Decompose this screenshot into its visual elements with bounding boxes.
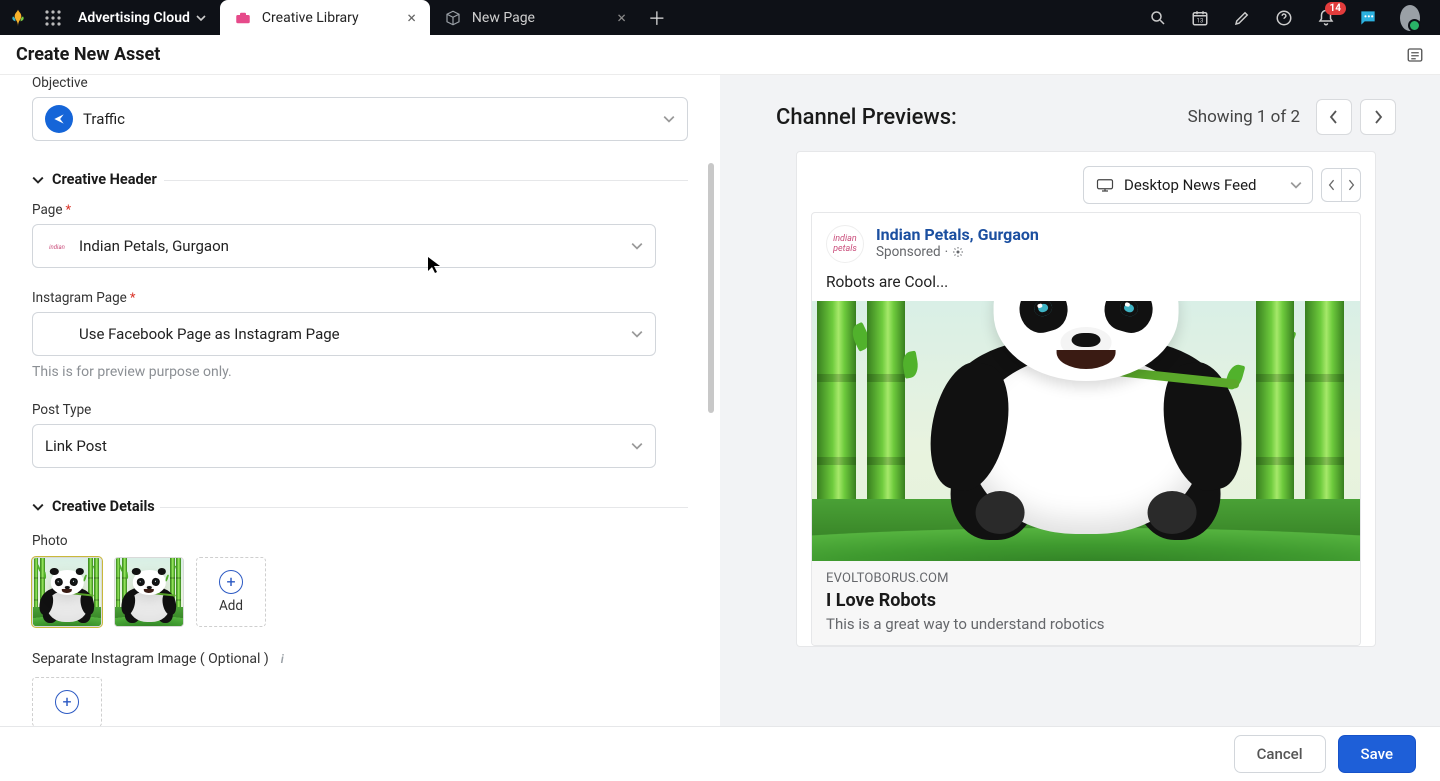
post-link-caption: EVOLTOBORUS.COM I Love Robots This is a … [812, 561, 1360, 645]
post-page-name: Indian Petals, Gurgaon [876, 225, 1039, 244]
cube-icon [444, 9, 462, 27]
page-field-label: Page* [32, 202, 688, 218]
traffic-icon [45, 105, 73, 133]
next-device-button[interactable] [1341, 168, 1361, 202]
apps-grid-icon[interactable] [35, 0, 70, 35]
tab-label: Creative Library [262, 10, 359, 26]
section-creative-details[interactable]: Creative Details [32, 498, 688, 515]
preview-panel: Channel Previews: Showing 1 of 2 Desktop… [720, 75, 1440, 726]
chevron-down-icon [631, 240, 643, 252]
device-value: Desktop News Feed [1124, 176, 1257, 194]
desktop-icon [1096, 178, 1114, 192]
instagram-page-value: Use Facebook Page as Instagram Page [79, 325, 340, 343]
page-header: Create New Asset [0, 35, 1440, 75]
device-select[interactable]: Desktop News Feed [1083, 166, 1313, 204]
preview-card: Desktop News Feed indianpetals Indian Pe… [796, 151, 1376, 647]
close-icon[interactable]: × [407, 8, 416, 27]
page-title: Create New Asset [16, 44, 160, 65]
edit-icon[interactable] [1232, 8, 1252, 28]
post-body-text: Robots are Cool... [812, 271, 1360, 301]
chevron-down-icon [196, 13, 206, 23]
preview-header: Channel Previews: Showing 1 of 2 [776, 99, 1396, 135]
top-actions: 13 14 [1128, 8, 1440, 28]
plus-icon: + [55, 690, 79, 714]
add-instagram-image-button[interactable]: + [32, 677, 102, 726]
page-value: Indian Petals, Gurgaon [79, 237, 229, 255]
post-description: This is a great way to understand roboti… [826, 615, 1346, 633]
tab-new-page[interactable]: New Page × [430, 0, 640, 35]
calendar-icon[interactable]: 13 [1190, 8, 1210, 28]
top-bar: Advertising Cloud Creative Library × New… [0, 0, 1440, 35]
post-type-select[interactable]: Link Post [32, 424, 656, 468]
plus-icon: + [219, 570, 243, 594]
new-tab-button[interactable]: ＋ [640, 0, 674, 35]
chevron-down-icon [32, 174, 44, 186]
post-type-value: Link Post [45, 437, 107, 455]
add-photo-button[interactable]: + Add [196, 557, 266, 627]
prev-channel-button[interactable] [1316, 99, 1352, 135]
page-logo-icon: indian [45, 239, 69, 253]
svg-text:indian: indian [49, 244, 65, 251]
next-channel-button[interactable] [1360, 99, 1396, 135]
preview-counter: Showing 1 of 2 [1188, 107, 1300, 127]
workspace-selector[interactable]: Advertising Cloud [70, 10, 220, 26]
photo-thumbnails: + Add [32, 557, 688, 627]
svg-text:13: 13 [1197, 17, 1204, 24]
prev-device-button[interactable] [1321, 168, 1341, 202]
post-sponsored-label: Sponsored · [876, 244, 1039, 260]
photo-thumb-2[interactable] [114, 557, 184, 627]
preview-inner-nav [1321, 168, 1361, 202]
page-avatar: indianpetals [826, 225, 864, 263]
photo-label: Photo [32, 533, 688, 549]
photo-thumb-1[interactable] [32, 557, 102, 627]
post-headline: I Love Robots [826, 590, 1346, 611]
instagram-page-label: Instagram Page* [32, 290, 688, 306]
post-image [812, 301, 1360, 561]
panel-toggle-icon[interactable] [1406, 46, 1424, 64]
chevron-down-icon [1290, 179, 1302, 191]
workspace-name: Advertising Cloud [78, 10, 190, 26]
search-icon[interactable] [1148, 8, 1168, 28]
user-avatar[interactable] [1400, 8, 1420, 28]
scrollbar[interactable] [708, 163, 714, 413]
chat-icon[interactable] [1358, 8, 1378, 28]
add-label: Add [219, 598, 243, 614]
briefcase-icon [234, 9, 252, 27]
gear-icon [952, 246, 964, 258]
fb-post-preview: indianpetals Indian Petals, Gurgaon Spon… [811, 212, 1361, 646]
info-icon[interactable]: i [275, 652, 290, 667]
objective-value: Traffic [83, 110, 125, 128]
post-domain: EVOLTOBORUS.COM [826, 571, 1346, 586]
notification-badge: 14 [1325, 2, 1346, 15]
app-logo[interactable] [0, 0, 35, 35]
page-select[interactable]: indian Indian Petals, Gurgaon [32, 224, 656, 268]
section-title: Creative Header [52, 171, 157, 188]
objective-select[interactable]: Traffic [32, 97, 688, 141]
objective-label: Objective [32, 75, 688, 91]
workspace: Objective Traffic Creative Header Page* … [0, 75, 1440, 726]
instagram-page-select[interactable]: Use Facebook Page as Instagram Page [32, 312, 656, 356]
section-title: Creative Details [52, 498, 155, 515]
close-icon[interactable]: × [617, 8, 626, 27]
separate-instagram-label: Separate Instagram Image ( Optional ) i [32, 651, 688, 667]
tab-creative-library[interactable]: Creative Library × [220, 0, 430, 35]
help-icon[interactable] [1274, 8, 1294, 28]
post-type-label: Post Type [32, 402, 688, 418]
form-panel: Objective Traffic Creative Header Page* … [0, 75, 720, 726]
footer-bar: Cancel Save [0, 726, 1440, 781]
tab-label: New Page [472, 10, 535, 26]
cancel-button[interactable]: Cancel [1234, 735, 1326, 773]
instagram-hint: This is for preview purpose only. [32, 364, 688, 380]
notifications-icon[interactable]: 14 [1316, 8, 1336, 28]
preview-title: Channel Previews: [776, 105, 957, 130]
save-button[interactable]: Save [1338, 735, 1416, 773]
chevron-down-icon [663, 113, 675, 125]
chevron-down-icon [631, 328, 643, 340]
chevron-down-icon [32, 501, 44, 513]
chevron-down-icon [631, 440, 643, 452]
section-creative-header[interactable]: Creative Header [32, 171, 688, 188]
